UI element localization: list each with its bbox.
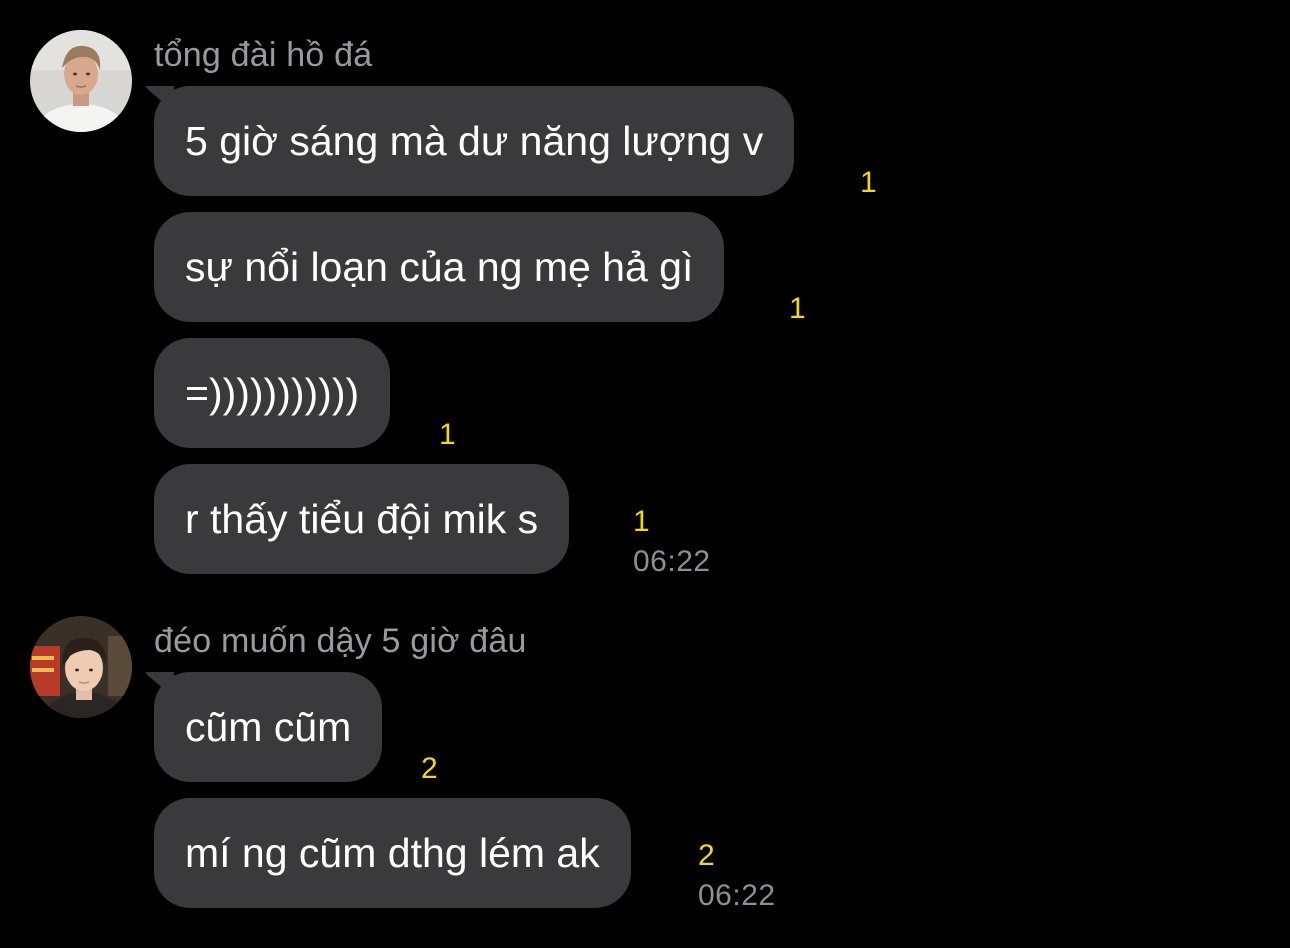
message-row: 5 giờ sáng mà dư năng lượng v <box>154 86 795 196</box>
message-timestamp: 06:22 <box>698 879 776 912</box>
message-row: r thấy tiểu đội mik s <box>154 464 570 574</box>
message-bubble[interactable]: mí ng cũm dthg lém ak <box>154 798 631 908</box>
message-bubble[interactable]: cũm cũm <box>154 672 383 782</box>
message-bubble[interactable]: 5 giờ sáng mà dư năng lượng v <box>154 86 795 196</box>
sender-name: tổng đài hồ đá <box>154 36 373 74</box>
unread-count: 1 <box>633 505 650 538</box>
avatar[interactable] <box>30 616 132 718</box>
message-bubble[interactable]: sự nổi loạn của ng mẹ hả gì <box>154 212 725 322</box>
avatar-photo-icon <box>30 30 132 132</box>
unread-count: 2 <box>698 839 715 872</box>
avatar-photo-icon <box>30 616 132 718</box>
unread-count: 1 <box>860 166 877 199</box>
message-row: =))))))))))) <box>154 338 391 448</box>
message-bubble[interactable]: =))))))))))) <box>154 338 391 448</box>
message-row: sự nổi loạn của ng mẹ hả gì <box>154 212 725 322</box>
avatar[interactable] <box>30 30 132 132</box>
message-bubble[interactable]: r thấy tiểu đội mik s <box>154 464 570 574</box>
unread-count: 2 <box>421 752 438 785</box>
message-row: mí ng cũm dthg lém ak <box>154 798 631 908</box>
unread-count: 1 <box>789 292 806 325</box>
unread-count: 1 <box>439 418 456 451</box>
message-timestamp: 06:22 <box>633 545 711 578</box>
message-row: cũm cũm <box>154 672 383 782</box>
sender-name: đéo muốn dậy 5 giờ đâu <box>154 622 527 660</box>
